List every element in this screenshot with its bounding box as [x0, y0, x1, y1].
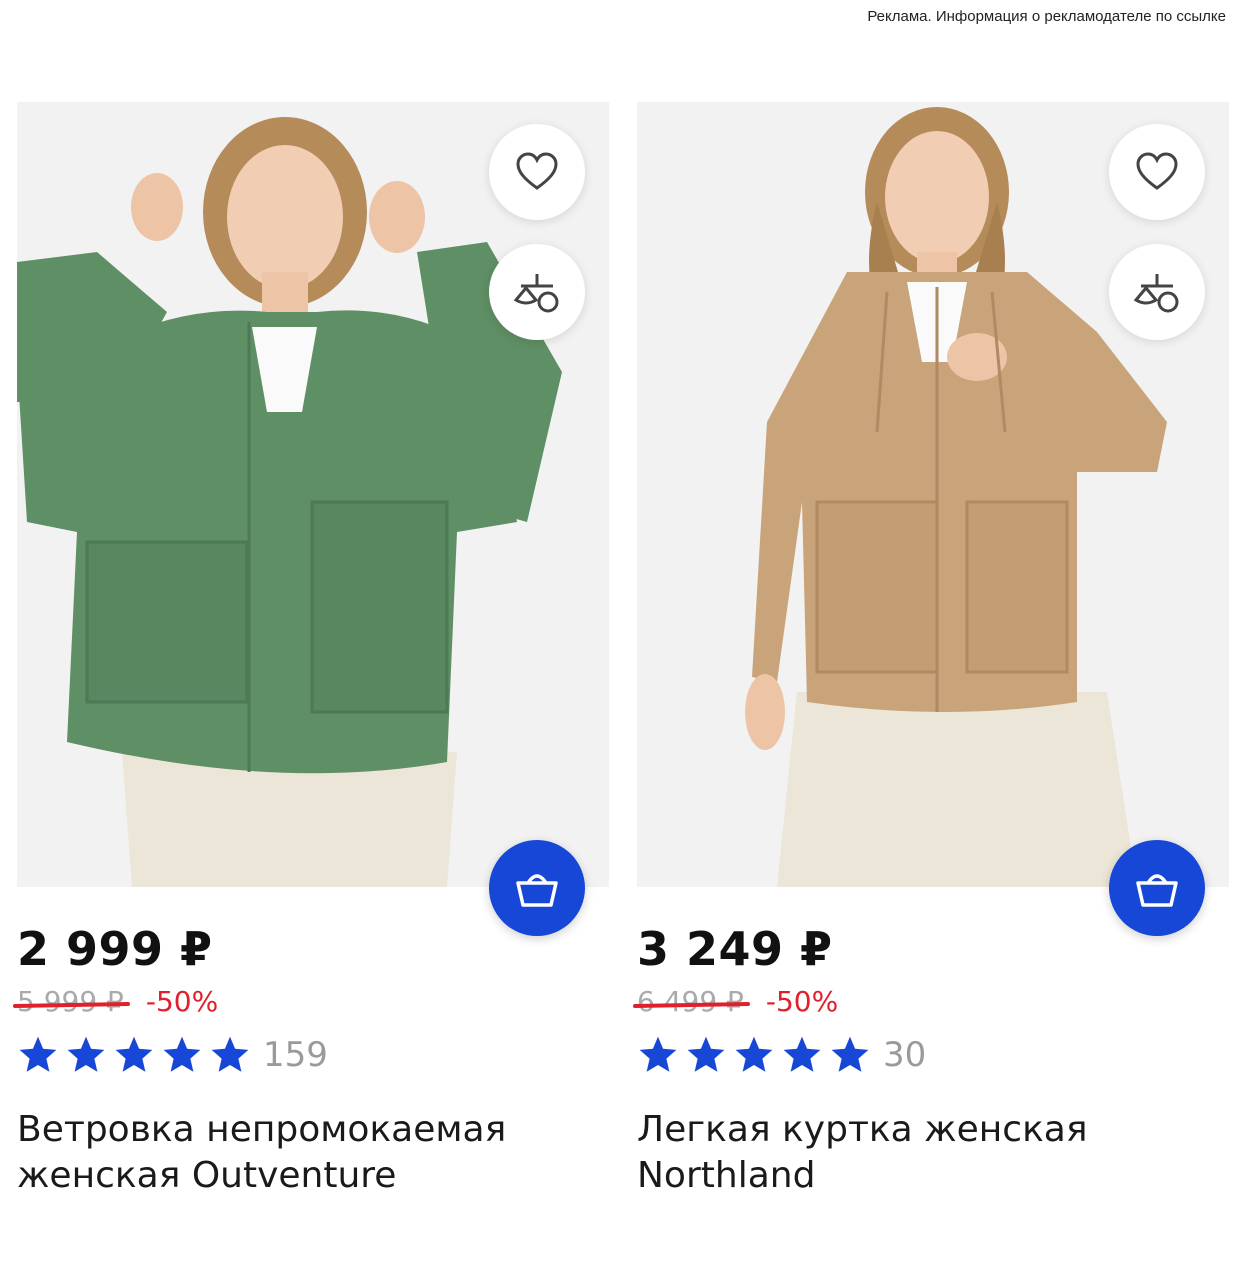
- star-icon: [19, 1036, 57, 1072]
- discount-badge: -50%: [765, 985, 839, 1018]
- star-icon: [783, 1036, 821, 1072]
- scales-icon: [1133, 274, 1179, 313]
- add-to-cart-button[interactable]: [1109, 840, 1205, 936]
- old-price-row: 5 999 ₽ -50%: [17, 985, 218, 1018]
- current-price: 2 999 ₽: [17, 922, 213, 976]
- add-to-cart-button[interactable]: [489, 840, 585, 936]
- heart-icon: [1136, 152, 1178, 190]
- star-icon: [831, 1036, 869, 1072]
- product-card[interactable]: 3 249 ₽ 6 499 ₽ -50% 30 Легкая куртка же…: [637, 102, 1229, 1196]
- product-image[interactable]: [637, 102, 1229, 887]
- product-title[interactable]: Ветровка непромокаемая женская Outventur…: [17, 1107, 587, 1199]
- compare-button[interactable]: [489, 244, 585, 340]
- old-price-row: 6 499 ₽ -50%: [637, 985, 838, 1018]
- rating[interactable]: 30: [637, 1034, 926, 1076]
- basket-icon: [516, 874, 558, 907]
- heart-icon: [516, 152, 558, 190]
- product-title[interactable]: Легкая куртка женская Northland: [637, 1107, 1207, 1199]
- discount-badge: -50%: [145, 985, 219, 1018]
- compare-button[interactable]: [1109, 244, 1205, 340]
- star-icon: [211, 1036, 249, 1072]
- add-to-favorites-button[interactable]: [1109, 124, 1205, 220]
- current-price: 3 249 ₽: [637, 922, 833, 976]
- star-icon: [687, 1036, 725, 1072]
- scales-icon: [513, 274, 559, 313]
- old-price: 5 999 ₽: [17, 985, 124, 1018]
- ad-disclosure-link[interactable]: Реклама. Информация о рекламодателе по с…: [867, 8, 1226, 25]
- model-photo: [637, 102, 1229, 887]
- basket-icon: [1136, 874, 1178, 907]
- star-icon: [639, 1036, 677, 1072]
- review-count: 159: [263, 1035, 328, 1075]
- review-count: 30: [883, 1035, 927, 1075]
- model-photo: [17, 102, 609, 887]
- rating[interactable]: 159: [17, 1034, 328, 1076]
- star-icon: [67, 1036, 105, 1072]
- star-icon: [735, 1036, 773, 1072]
- star-icon: [115, 1036, 153, 1072]
- product-card[interactable]: 2 999 ₽ 5 999 ₽ -50% 159 Ветровка непром…: [17, 102, 609, 1196]
- old-price: 6 499 ₽: [637, 985, 744, 1018]
- product-image[interactable]: [17, 102, 609, 887]
- add-to-favorites-button[interactable]: [489, 124, 585, 220]
- star-icon: [163, 1036, 201, 1072]
